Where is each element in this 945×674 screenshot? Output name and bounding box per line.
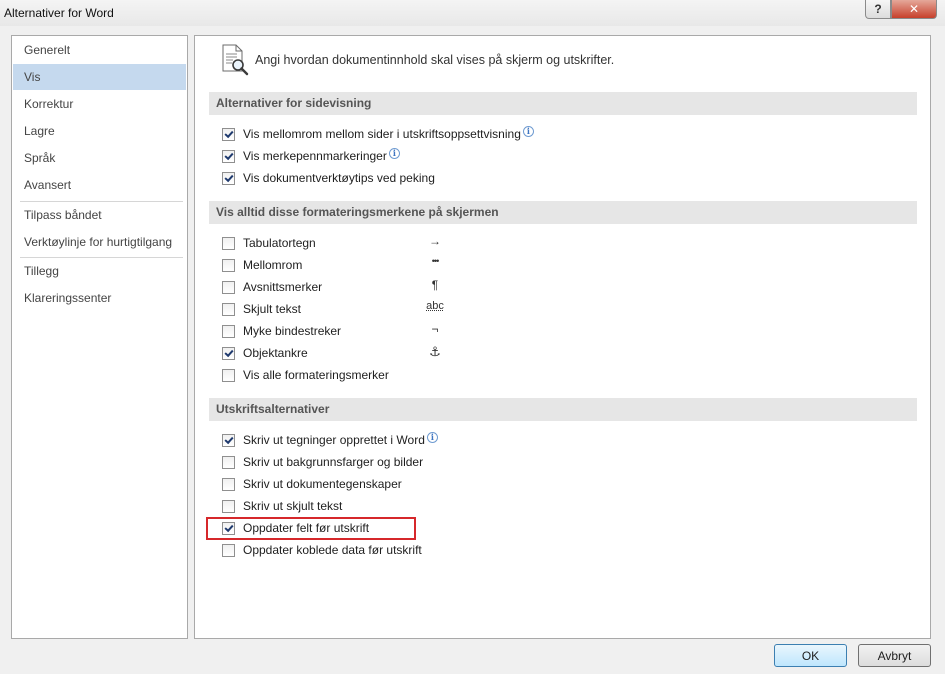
nav-item-hurtigtilgang[interactable]: Verktøylinje for hurtigtilgang — [13, 229, 186, 255]
checkbox[interactable] — [222, 521, 235, 535]
option-label: Objektankre — [243, 346, 308, 360]
checkbox[interactable] — [222, 433, 235, 447]
checkbox[interactable] — [222, 127, 235, 141]
nav-item-sprak[interactable]: Språk — [13, 145, 186, 171]
option-label: Mellomrom — [243, 258, 303, 272]
option-label: Skriv ut tegninger opprettet i Word — [243, 433, 425, 447]
section-header-page-display: Alternativer for sidevisning — [209, 92, 917, 115]
option-print-hidden-text[interactable]: Skriv ut skjult tekst — [222, 498, 342, 514]
option-spaces[interactable]: Mellomrom ••• — [222, 256, 439, 273]
option-print-properties[interactable]: Skriv ut dokumentegenskaper — [222, 476, 402, 492]
option-label: Vis dokumentverktøytips ved peking — [243, 171, 435, 185]
cancel-button[interactable]: Avbryt — [858, 644, 931, 667]
info-icon: i — [388, 148, 400, 159]
option-label: Tabulatortegn — [243, 236, 316, 250]
options-panel: Angi hvordan dokumentinnhold skal vises … — [194, 35, 931, 639]
option-label: Vis merkepennmarkeringer — [243, 149, 387, 163]
option-all-formatting-marks[interactable]: Vis alle formateringsmerker — [222, 367, 389, 383]
nav-item-tilpass-bandet[interactable]: Tilpass båndet — [13, 202, 186, 228]
option-object-anchors[interactable]: Objektankre ⚓ — [222, 344, 441, 361]
option-label: Skjult tekst — [243, 302, 302, 316]
nav-item-lagre[interactable]: Lagre — [13, 118, 186, 144]
option-paragraph-marks[interactable]: Avsnittsmerker ¶ — [222, 278, 438, 295]
checkbox[interactable] — [222, 302, 235, 316]
checkbox[interactable] — [222, 477, 235, 491]
option-label: Skriv ut skjult tekst — [243, 499, 343, 513]
document-magnifier-icon — [221, 44, 251, 79]
window-title: Alternativer for Word — [4, 6, 114, 20]
nav-item-klareringssenter[interactable]: Klareringssenter — [13, 285, 186, 311]
nav-item-tillegg[interactable]: Tillegg — [13, 258, 186, 284]
checkbox[interactable] — [222, 346, 235, 360]
help-button[interactable]: ? — [865, 0, 891, 19]
dots-icon: ••• — [431, 256, 439, 266]
checkbox[interactable] — [222, 324, 235, 338]
hidden-text-icon: abc — [426, 300, 444, 312]
option-label: Avsnittsmerker — [243, 280, 323, 294]
option-label: Skriv ut bakgrunnsfarger og bilder — [243, 455, 424, 469]
arrow-right-icon: → — [429, 234, 441, 248]
checkbox[interactable] — [222, 455, 235, 469]
info-icon: i — [426, 432, 438, 443]
option-highlighter-marks[interactable]: Vis merkepennmarkeringer i — [222, 148, 400, 164]
checkbox[interactable] — [222, 258, 235, 272]
category-nav: Generelt Vis Korrektur Lagre Språk Avans… — [11, 35, 188, 639]
option-label: Vis mellomrom mellom sider i utskriftsop… — [243, 127, 521, 141]
intro-text: Angi hvordan dokumentinnhold skal vises … — [255, 53, 615, 67]
close-button[interactable]: ✕ — [891, 0, 937, 19]
nav-item-generelt[interactable]: Generelt — [13, 37, 186, 63]
section-header-print: Utskriftsalternativer — [209, 398, 917, 421]
option-label: Oppdater koblede data før utskrift — [243, 543, 422, 557]
option-show-whitespace[interactable]: Vis mellomrom mellom sider i utskriftsop… — [222, 126, 534, 142]
option-hidden-text[interactable]: Skjult tekst abc — [222, 300, 444, 317]
checkbox[interactable] — [222, 171, 235, 185]
nav-item-vis[interactable]: Vis — [13, 64, 186, 90]
checkbox[interactable] — [222, 543, 235, 557]
option-update-linked-data[interactable]: Oppdater koblede data før utskrift — [222, 542, 422, 558]
option-label: Skriv ut dokumentegenskaper — [243, 477, 402, 491]
option-label: Vis alle formateringsmerker — [243, 368, 389, 382]
option-update-fields[interactable]: Oppdater felt før utskrift — [222, 520, 369, 536]
anchor-icon: ⚓ — [429, 344, 441, 359]
close-icon: ✕ — [908, 2, 920, 16]
not-sign-icon: ¬ — [431, 322, 439, 336]
option-tab-characters[interactable]: Tabulatortegn → — [222, 234, 441, 251]
checkbox[interactable] — [222, 149, 235, 163]
title-bar: Alternativer for Word ? ✕ — [0, 0, 945, 26]
info-icon: i — [522, 126, 534, 137]
option-print-background[interactable]: Skriv ut bakgrunnsfarger og bilder — [222, 454, 423, 470]
checkbox[interactable] — [222, 368, 235, 382]
pilcrow-icon: ¶ — [431, 278, 439, 292]
checkbox[interactable] — [222, 280, 235, 294]
checkbox[interactable] — [222, 499, 235, 513]
section-header-formatting-marks: Vis alltid disse formateringsmerkene på … — [209, 201, 917, 224]
ok-button[interactable]: OK — [774, 644, 847, 667]
option-document-tooltips[interactable]: Vis dokumentverktøytips ved peking — [222, 170, 435, 186]
option-optional-hyphens[interactable]: Myke bindestreker ¬ — [222, 322, 439, 339]
option-print-drawings[interactable]: Skriv ut tegninger opprettet i Word i — [222, 432, 438, 448]
help-icon: ? — [874, 2, 882, 16]
nav-item-avansert[interactable]: Avansert — [13, 172, 186, 198]
checkbox[interactable] — [222, 236, 235, 250]
nav-item-korrektur[interactable]: Korrektur — [13, 91, 186, 117]
option-label: Oppdater felt før utskrift — [243, 521, 370, 535]
option-label: Myke bindestreker — [243, 324, 342, 338]
